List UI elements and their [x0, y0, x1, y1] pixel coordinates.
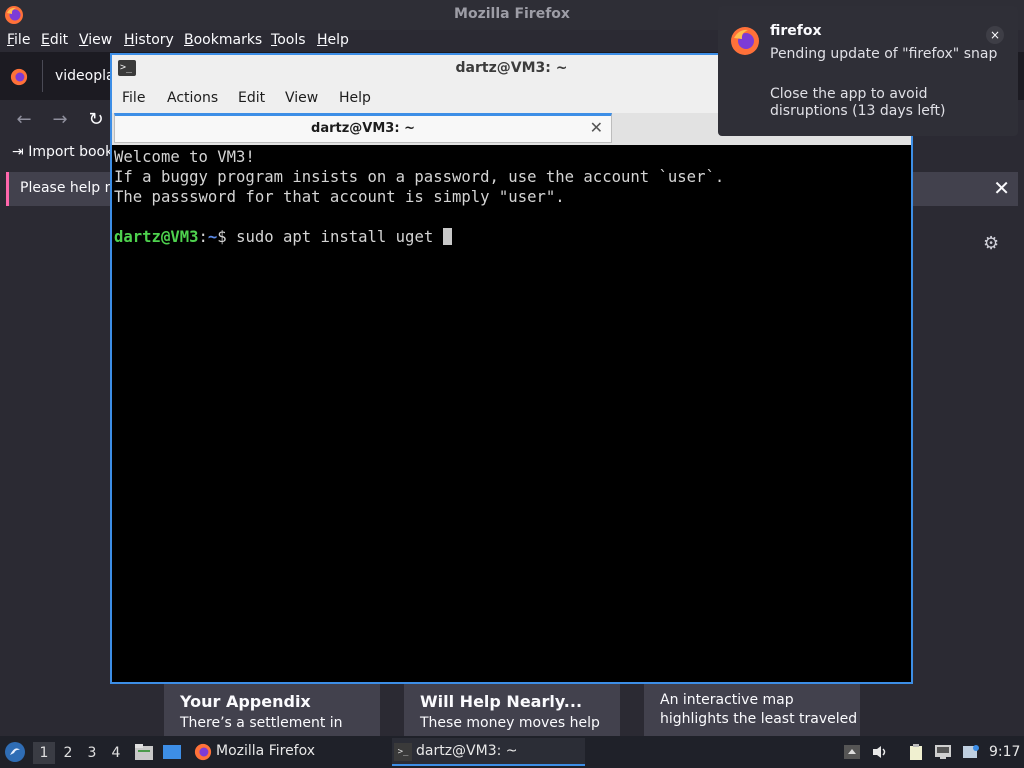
task-terminal[interactable]: >_ dartz@VM3: ~ [392, 738, 585, 766]
tab-divider [42, 60, 43, 92]
workspace-2[interactable]: 2 [57, 742, 79, 764]
terminal-prompt-line: dartz@VM3:~$ sudo apt install uget [114, 227, 909, 247]
close-icon[interactable]: ✕ [590, 118, 603, 137]
file-manager-icon[interactable] [134, 743, 154, 761]
task-label: Mozilla Firefox [216, 743, 316, 759]
terminal-line: Welcome to VM3! [114, 148, 255, 166]
story-card[interactable]: Will Help Nearly... These money moves he… [404, 684, 620, 736]
import-bookmarks-label: Import book [28, 144, 114, 160]
close-icon[interactable]: × [986, 26, 1004, 44]
notification-detail: Close the app to avoid disruptions (13 d… [770, 86, 946, 119]
prompt-symbol: $ [217, 228, 237, 246]
gear-icon[interactable]: ⚙ [983, 233, 999, 254]
close-icon[interactable]: ✕ [993, 176, 1010, 200]
terminal-line: The passsword for that account is simply… [114, 188, 565, 206]
terminal-window: >_ dartz@VM3: ~ File Actions Edit View H… [110, 53, 913, 684]
card-text: An interactive map [660, 692, 794, 708]
workspace-3[interactable]: 3 [81, 742, 103, 764]
terminal-menu-actions[interactable]: Actions [167, 90, 218, 106]
terminal-menu-file[interactable]: File [122, 90, 145, 106]
story-card[interactable]: An interactive map highlights the least … [644, 684, 860, 736]
firefox-tab-label: videopla [55, 68, 115, 84]
taskbar: 1 2 3 4 Mozilla Firefox >_ dartz@VM3: ~ [0, 736, 1024, 768]
task-label: dartz@VM3: ~ [416, 743, 518, 759]
card-text: There’s a settlement in [180, 715, 343, 731]
clock[interactable]: 9:17 [989, 744, 1020, 760]
volume-icon[interactable] [871, 744, 889, 760]
import-icon: ⇥ [12, 144, 24, 160]
terminal-menu-view[interactable]: View [285, 90, 318, 106]
notification-popup[interactable]: firefox × Pending update of "firefox" sn… [718, 6, 1018, 136]
menu-tools[interactable]: Tools [271, 32, 306, 48]
workspace-1[interactable]: 1 [33, 742, 55, 764]
card-text: highlights the least traveled [660, 711, 858, 727]
menu-help[interactable]: Help [317, 32, 349, 48]
terminal-command: sudo apt install uget [236, 228, 443, 246]
terminal-line: If a buggy program insists on a password… [114, 168, 725, 186]
update-notifier-icon[interactable] [962, 744, 980, 760]
firefox-icon [194, 743, 212, 761]
back-arrow-icon[interactable]: ← [12, 108, 36, 132]
notice-text: Please help m [20, 180, 119, 196]
firefox-icon [731, 27, 759, 55]
reload-icon[interactable]: ↻ [84, 108, 108, 132]
firefox-tab[interactable]: videopla [0, 52, 115, 100]
terminal-menu-help[interactable]: Help [339, 90, 371, 106]
menu-bookmarks[interactable]: Bookmarks [184, 32, 262, 48]
menu-history[interactable]: History [124, 32, 174, 48]
card-text: These money moves help [420, 715, 600, 731]
menu-file[interactable]: File [7, 32, 30, 48]
prompt-user: dartz@VM3 [114, 228, 199, 246]
start-menu-icon[interactable] [4, 741, 26, 763]
show-desktop-icon[interactable] [162, 743, 182, 761]
terminal-tab-title: dartz@VM3: ~ [311, 121, 415, 136]
task-firefox[interactable]: Mozilla Firefox [192, 738, 382, 766]
terminal-icon: >_ [394, 743, 412, 761]
menu-edit[interactable]: Edit [41, 32, 68, 48]
tray-up-arrow-icon[interactable] [843, 744, 861, 760]
notification-app-name: firefox [770, 23, 822, 39]
story-card[interactable]: Your Appendix There’s a settlement in [164, 684, 380, 736]
card-title: Your Appendix [180, 692, 311, 711]
menu-view[interactable]: View [79, 32, 112, 48]
notification-message: Pending update of "firefox" snap [770, 46, 998, 62]
terminal-tab[interactable]: dartz@VM3: ~ ✕ [114, 113, 612, 143]
terminal-output[interactable]: Welcome to VM3! If a buggy program insist… [112, 145, 911, 682]
firefox-tab-icon [10, 68, 28, 86]
workspace-4[interactable]: 4 [105, 742, 127, 764]
prompt-path: ~ [207, 228, 218, 246]
clipboard-icon[interactable] [907, 744, 925, 760]
terminal-cursor [442, 228, 452, 245]
card-title: Will Help Nearly... [420, 692, 583, 711]
network-icon[interactable] [934, 744, 952, 760]
prompt-separator: : [198, 228, 208, 246]
forward-arrow-icon[interactable]: → [48, 108, 72, 132]
terminal-menu-edit[interactable]: Edit [238, 90, 265, 106]
import-bookmarks-button[interactable]: ⇥ Import book [12, 144, 113, 160]
